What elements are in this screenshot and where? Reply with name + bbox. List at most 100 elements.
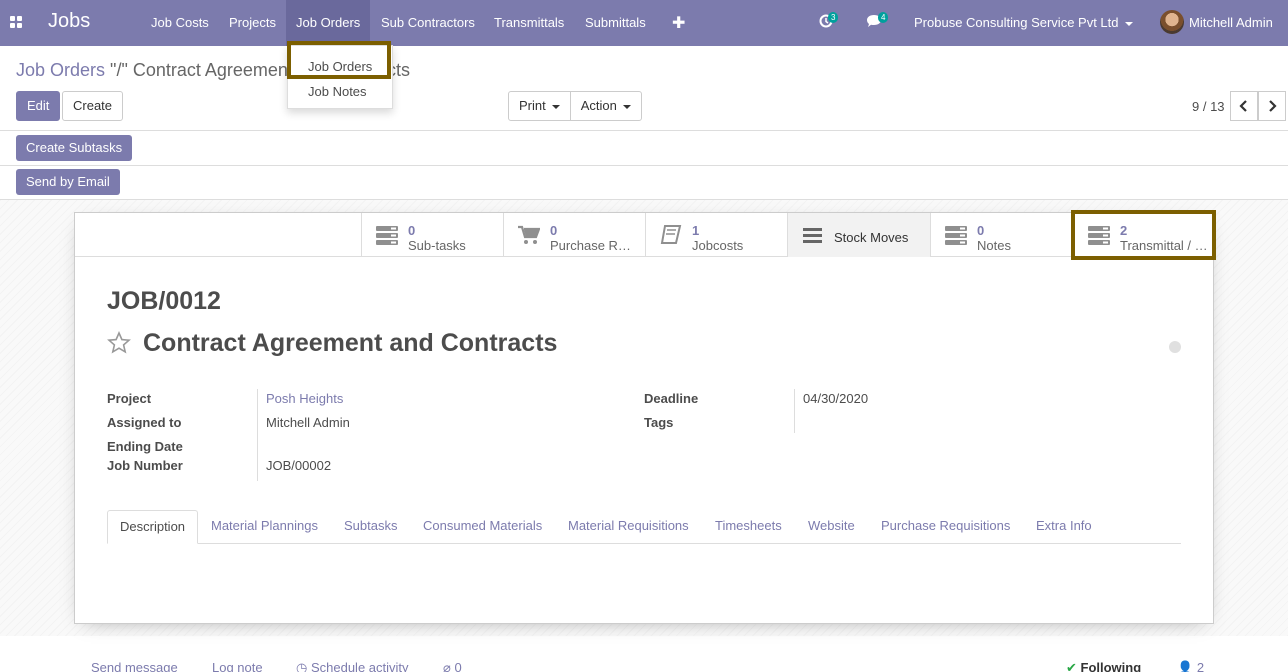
smart-button-box: 0 Sub-tasks 0 Purchase R… 1 Jobcosts Sto… [75,213,1213,257]
user-icon: 👤 [1177,660,1197,672]
smart-button-label: Jobcosts [692,238,744,253]
print-action-group: Print Action [508,91,642,121]
deadline-value[interactable]: 04/30/2020 [803,391,868,406]
subtasks-smart-button[interactable]: 0 Sub-tasks [361,213,504,257]
plus-icon[interactable]: ✚ [672,13,685,33]
edit-button[interactable]: Edit [16,91,61,121]
pager-previous-button[interactable] [1230,91,1258,121]
activities-badge: 3 [828,12,839,23]
purchase-requisitions-smart-button[interactable]: 0 Purchase R… [503,213,646,257]
ending-date-label: Ending Date [107,439,183,454]
project-label: Project [107,391,152,406]
action-button[interactable]: Action [569,92,641,120]
app-brand[interactable]: Jobs [48,10,90,33]
tags-label: Tags [644,415,674,430]
breadcrumb-parent[interactable]: Job Orders [16,60,105,80]
print-button[interactable]: Print [509,92,570,120]
assigned-value[interactable]: Mitchell Admin [266,415,350,430]
print-label: Print [519,98,546,113]
followers-count: 2 [1196,660,1205,672]
schedule-activity-label: Schedule activity [310,660,409,672]
job-orders-dropdown: Job Orders Job Notes [287,45,393,109]
divider [0,165,1288,166]
notes-smart-button[interactable]: 0 Notes [930,213,1073,257]
smart-button-label: Notes [977,238,1011,253]
user-avatar[interactable] [1160,10,1184,34]
create-subtasks-button[interactable]: Create Subtasks [16,135,133,161]
company-name: Probuse Consulting Service Pvt Ltd [914,15,1119,30]
tab-purchase-requisitions[interactable]: Purchase Requisitions [869,510,1022,544]
messages-badge: 4 [878,12,889,23]
job-number-label: Job Number [107,458,183,473]
following-button[interactable]: ✔ Following [1066,660,1141,672]
messages-icon[interactable]: 4 [866,12,889,31]
attachments-count: 0 [454,660,462,672]
dropdown-item-job-orders[interactable]: Job Orders [308,59,372,74]
menu-job-costs[interactable]: Job Costs [141,0,219,46]
activities-icon[interactable]: 3 [819,12,839,31]
menu-projects[interactable]: Projects [219,0,286,46]
smart-button-count: 1 [692,223,700,238]
smart-button-label: Transmittal / … [1120,238,1208,253]
tab-website[interactable]: Website [796,510,867,544]
apps-menu-icon[interactable] [10,16,22,28]
smart-button-label: Sub-tasks [408,238,466,253]
smart-button-count: 0 [977,223,985,238]
tab-consumed-materials[interactable]: Consumed Materials [411,510,554,544]
tab-subtasks[interactable]: Subtasks [332,510,409,544]
assigned-label: Assigned to [107,415,182,430]
tab-description[interactable]: Description [107,510,199,544]
top-navbar: Jobs Job Costs Projects Job Orders Sub C… [0,0,1288,46]
tab-material-requisitions[interactable]: Material Requisitions [556,510,701,544]
notebook-tabs: Description Material Plannings Subtasks … [107,510,1181,544]
stock-moves-smart-button[interactable]: Stock Moves [787,213,930,257]
job-reference: JOB/0012 [107,287,221,315]
attachments-button[interactable]: ⌀ 0 [443,660,462,672]
list-icon [1088,226,1110,245]
tab-extra-info[interactable]: Extra Info [1024,510,1104,544]
field-divider [257,389,258,481]
job-name[interactable]: Contract Agreement and Contracts [143,329,557,358]
jobcosts-smart-button[interactable]: 1 Jobcosts [645,213,788,257]
user-name[interactable]: Mitchell Admin [1189,0,1273,46]
deadline-label: Deadline [644,391,699,406]
followers-button[interactable]: 👤 2 [1177,660,1204,672]
chevron-right-icon [1269,100,1277,112]
job-number-value[interactable]: JOB/00002 [266,458,331,473]
schedule-activity-button[interactable]: ◷ Schedule activity [296,660,409,672]
create-button[interactable]: Create [62,91,124,121]
dropdown-item-job-notes[interactable]: Job Notes [308,84,367,99]
action-label: Action [580,98,617,113]
pager-value[interactable]: 9 / 13 [1192,99,1225,114]
smart-button-count: 0 [408,223,416,238]
smart-button-label: Purchase R… [550,238,631,253]
field-divider [794,389,795,433]
caret-down-icon [1124,21,1133,26]
pager-next-button[interactable] [1258,91,1286,121]
send-message-button[interactable]: Send message [91,660,178,672]
chevron-left-icon [1239,100,1247,112]
smart-button-count: 0 [550,223,558,238]
cart-icon [518,225,540,244]
bars-icon [803,228,822,243]
caret-down-icon [622,104,631,109]
tab-material-plannings[interactable]: Material Plannings [199,510,330,544]
menu-transmittals[interactable]: Transmittals [484,0,574,46]
book-icon [660,225,682,244]
menu-job-orders[interactable]: Job Orders [286,0,371,46]
log-note-button[interactable]: Log note [212,660,263,672]
transmittal-smart-button[interactable]: 2 Transmittal / … [1073,213,1213,257]
form-sheet: 0 Sub-tasks 0 Purchase R… 1 Jobcosts Sto… [74,212,1214,624]
tab-timesheets[interactable]: Timesheets [703,510,794,544]
following-label: Following [1080,660,1142,672]
send-by-email-button[interactable]: Send by Email [16,169,120,195]
project-value[interactable]: Posh Heights [266,391,343,406]
list-icon [945,226,967,245]
paperclip-icon: ⌀ [443,660,455,672]
star-icon[interactable] [107,331,131,355]
company-switcher[interactable]: Probuse Consulting Service Pvt Ltd [914,0,1133,46]
check-icon: ✔ [1066,660,1081,672]
kanban-state-indicator[interactable] [1169,341,1181,353]
menu-sub-contractors[interactable]: Sub Contractors [371,0,485,46]
menu-submittals[interactable]: Submittals [575,0,656,46]
